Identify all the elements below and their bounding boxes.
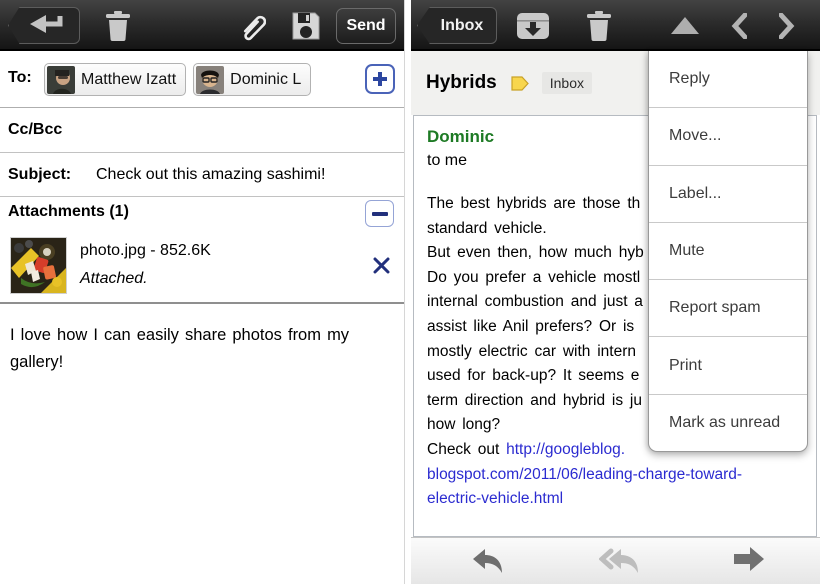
reply-all-icon <box>599 546 641 578</box>
back-button[interactable] <box>8 7 80 44</box>
dual-screenshot-canvas: Send To: Matthew Izatt <box>0 0 820 584</box>
thread-subject: Hybrids <box>426 72 497 94</box>
next-chevron-icon <box>779 13 795 39</box>
attachment-thumbnail[interactable] <box>10 237 67 294</box>
next-message-button[interactable] <box>769 0 805 51</box>
collapse-attachments-button[interactable] <box>365 200 394 227</box>
subject-row[interactable]: Subject: Check out this amazing sashimi! <box>0 153 404 197</box>
recipient-name: Dominic L <box>230 71 301 89</box>
to-label: To: <box>8 69 32 87</box>
delete-button[interactable] <box>579 0 619 51</box>
attachments-label: Attachments (1) <box>8 203 129 221</box>
compose-body-text[interactable]: I love how I can easily share photos fro… <box>10 322 380 376</box>
menu-up-triangle-icon <box>671 17 699 34</box>
subject-label: Subject: <box>8 166 71 184</box>
recipient-chip-dominic[interactable]: Dominic L <box>193 63 311 96</box>
add-recipient-plus-icon <box>371 70 389 88</box>
archive-button[interactable] <box>511 0 555 51</box>
attachments-header-row: Attachments (1) <box>0 197 404 233</box>
inbox-back-button[interactable]: Inbox <box>417 7 497 44</box>
forward-button[interactable] <box>733 546 765 577</box>
compose-toolbar: Send <box>0 0 404 51</box>
recipient-chips: Matthew Izatt Dominic L <box>44 63 311 96</box>
cc-bcc-label: Cc/Bcc <box>8 121 62 139</box>
menu-item-reply[interactable]: Reply <box>649 51 807 108</box>
trash-icon <box>105 11 131 41</box>
label-tag-icon <box>511 76 530 91</box>
remove-attachment-button[interactable] <box>373 257 390 279</box>
avatar <box>196 66 224 94</box>
reader-panel: Inbox <box>411 0 820 584</box>
back-button-shape <box>8 7 80 44</box>
checkout-prefix: Check out <box>427 441 506 458</box>
collapse-minus-icon <box>372 211 388 217</box>
reply-button[interactable] <box>471 546 505 583</box>
inbox-back-label: Inbox <box>431 17 484 35</box>
remove-attachment-x-icon <box>373 257 390 274</box>
delete-draft-button[interactable] <box>98 0 138 51</box>
save-draft-button[interactable] <box>286 0 326 51</box>
attach-file-button[interactable] <box>232 0 272 51</box>
recipient-chip-matthew[interactable]: Matthew Izatt <box>44 63 186 96</box>
attachment-status: Attached. <box>80 270 148 288</box>
blog-link-part-1[interactable]: http://googleblog. <box>506 441 625 458</box>
prev-chevron-icon <box>731 13 747 39</box>
more-actions-button[interactable] <box>663 0 707 51</box>
inbox-back-button-shape: Inbox <box>417 7 497 44</box>
back-icon <box>22 13 66 39</box>
cc-bcc-row[interactable]: Cc/Bcc <box>0 108 404 153</box>
reply-icon <box>471 546 505 578</box>
avatar <box>47 66 75 94</box>
menu-item-move[interactable]: Move... <box>649 108 807 165</box>
archive-icon <box>516 12 550 40</box>
to-row: To: Matthew Izatt <box>0 51 404 108</box>
menu-item-print[interactable]: Print <box>649 337 807 394</box>
menu-item-label[interactable]: Label... <box>649 166 807 223</box>
subject-value: Check out this amazing sashimi! <box>96 166 325 184</box>
attachment-filename: photo.jpg - 852.6K <box>80 242 211 260</box>
label-chip-inbox[interactable]: Inbox <box>542 72 592 94</box>
blog-link-part-3[interactable]: electric-vehicle.html <box>427 487 817 512</box>
attachment-row: photo.jpg - 852.6K Attached. <box>0 233 404 304</box>
trash-icon <box>586 11 612 41</box>
send-button[interactable]: Send <box>336 8 396 44</box>
menu-item-report-spam[interactable]: Report spam <box>649 280 807 337</box>
recipient-name: Matthew Izatt <box>81 71 176 89</box>
recipient-line[interactable]: to me <box>427 152 467 170</box>
menu-item-mark-as-unread[interactable]: Mark as unread <box>649 395 807 451</box>
save-icon <box>291 11 321 41</box>
forward-icon <box>733 546 765 572</box>
blog-link-part-2[interactable]: blogspot.com/2011/06/leading-charge-towa… <box>427 463 817 488</box>
add-recipient-button[interactable] <box>365 64 395 94</box>
paperclip-icon <box>238 10 266 42</box>
previous-message-button[interactable] <box>721 0 757 51</box>
reader-bottom-bar <box>411 537 820 584</box>
actions-dropdown-menu: Reply Move... Label... Mute Report spam … <box>648 51 808 452</box>
reply-all-button[interactable] <box>599 546 641 583</box>
menu-item-mute[interactable]: Mute <box>649 223 807 280</box>
reader-toolbar: Inbox <box>411 0 820 51</box>
sender-name[interactable]: Dominic <box>427 127 494 147</box>
compose-panel: Send To: Matthew Izatt <box>0 0 405 584</box>
